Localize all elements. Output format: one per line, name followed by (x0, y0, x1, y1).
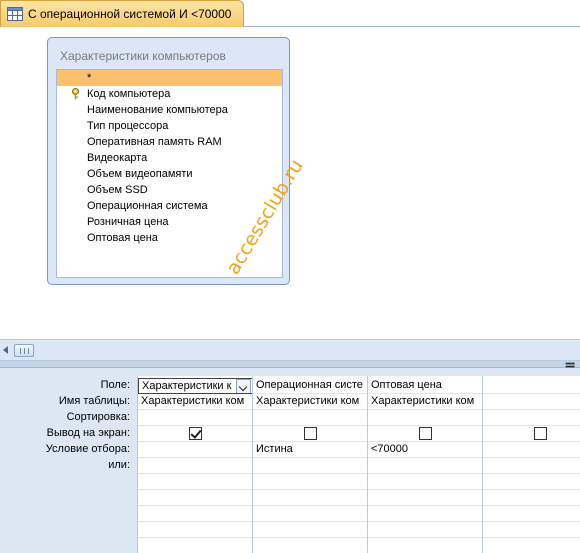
row-label-or: или: (108, 459, 130, 471)
blank-cell[interactable] (253, 522, 367, 538)
grid-column-1: Характеристики к Характеристики ком (137, 376, 252, 553)
table-cell-1[interactable]: Характеристики ком (138, 394, 252, 410)
or-cell-2[interactable] (253, 458, 367, 474)
or-cell-4[interactable] (483, 458, 580, 474)
show-checkbox-3[interactable] (419, 427, 432, 440)
show-checkbox-4[interactable] (534, 427, 547, 440)
blank-cell[interactable] (483, 506, 580, 522)
field-item-computer-name[interactable]: Наименование компьютера (57, 102, 282, 118)
show-cell-4 (483, 426, 580, 442)
criteria-cell-4[interactable] (483, 442, 580, 458)
blank-cell[interactable] (483, 522, 580, 538)
field-cell-3[interactable]: Оптовая цена (368, 378, 482, 394)
query-icon (7, 7, 23, 21)
sort-cell-3[interactable] (368, 410, 482, 426)
show-cell-3 (368, 426, 482, 442)
row-label-show: Вывод на экран: (46, 427, 130, 439)
blank-cell[interactable] (368, 506, 482, 522)
show-cell-1 (138, 426, 252, 442)
grid-column-2: Операционная систе Характеристики ком Ис… (252, 376, 367, 553)
query-title: С операционной системой И <70000 (28, 7, 232, 21)
blank-cell[interactable] (253, 474, 367, 490)
show-cell-2 (253, 426, 367, 442)
document-tab-bar: С операционной системой И <70000 (0, 0, 580, 27)
row-label-table: Имя таблицы: (58, 395, 130, 407)
criteria-cell-2[interactable]: Истина (253, 442, 367, 458)
field-item-processor-type[interactable]: Тип процессора (57, 118, 282, 134)
field-cell-1[interactable]: Характеристики к (138, 378, 252, 394)
grid-column-3: Оптовая цена Характеристики ком <70000 (367, 376, 482, 553)
chevron-down-icon[interactable] (236, 379, 251, 393)
criteria-cell-3[interactable]: <70000 (368, 442, 482, 458)
blank-cell[interactable] (253, 538, 367, 553)
table-cell-2[interactable]: Характеристики ком (253, 394, 367, 410)
field-item-os[interactable]: Операционная система (57, 198, 282, 214)
sort-cell-4[interactable] (483, 410, 580, 426)
grid-column-4 (482, 376, 580, 553)
field-item-ram[interactable]: Оперативная память RAM (57, 134, 282, 150)
table-cell-4[interactable] (483, 394, 580, 410)
row-label-sort: Сортировка: (66, 411, 130, 423)
blank-cell[interactable] (368, 474, 482, 490)
show-checkbox-2[interactable] (304, 427, 317, 440)
horizontal-scrollbar[interactable] (0, 339, 580, 361)
row-label-criteria: Условие отбора: (45, 443, 130, 455)
blank-cell[interactable] (138, 522, 252, 538)
field-item-ssd[interactable]: Объем SSD (57, 182, 282, 198)
primary-key-icon (72, 88, 79, 100)
blank-cell[interactable] (253, 490, 367, 506)
or-cell-1[interactable] (138, 458, 252, 474)
scroll-thumb[interactable] (14, 344, 34, 357)
field-cell-2[interactable]: Операционная систе (253, 378, 367, 394)
criteria-cell-1[interactable] (138, 442, 252, 458)
query-document-tab[interactable]: С операционной системой И <70000 (0, 0, 244, 27)
sort-cell-1[interactable] (138, 410, 252, 426)
scroll-left-arrow-icon[interactable] (3, 346, 8, 354)
table-window-title[interactable]: Характеристики компьютеров (60, 49, 226, 63)
field-item-all[interactable]: * (57, 70, 282, 86)
field-item-computer-id[interactable]: Код компьютера (57, 86, 282, 102)
blank-cell[interactable] (253, 506, 367, 522)
field-item-video-memory[interactable]: Объем видеопамяти (57, 166, 282, 182)
query-design-upper-pane: Характеристики компьютеров * Код компьют… (0, 28, 580, 339)
blank-cell[interactable] (138, 490, 252, 506)
blank-cell[interactable] (483, 538, 580, 553)
or-cell-3[interactable] (368, 458, 482, 474)
blank-cell[interactable] (483, 490, 580, 506)
blank-cell[interactable] (368, 490, 482, 506)
blank-cell[interactable] (138, 474, 252, 490)
blank-cell[interactable] (483, 474, 580, 490)
pane-splitter[interactable]: •••••••••••• (0, 361, 580, 371)
blank-cell[interactable] (138, 506, 252, 522)
blank-cell[interactable] (368, 538, 482, 553)
table-cell-3[interactable]: Характеристики ком (368, 394, 482, 410)
row-label-field: Поле: (100, 379, 130, 391)
query-design-grid: Поле: Имя таблицы: Сортировка: Вывод на … (0, 368, 580, 553)
field-cell-4[interactable] (483, 378, 580, 394)
show-checkbox-1[interactable] (189, 427, 202, 440)
blank-cell[interactable] (368, 522, 482, 538)
sort-cell-2[interactable] (253, 410, 367, 426)
field-item-video-card[interactable]: Видеокарта (57, 150, 282, 166)
grip-icon (20, 348, 29, 354)
blank-cell[interactable] (138, 538, 252, 553)
